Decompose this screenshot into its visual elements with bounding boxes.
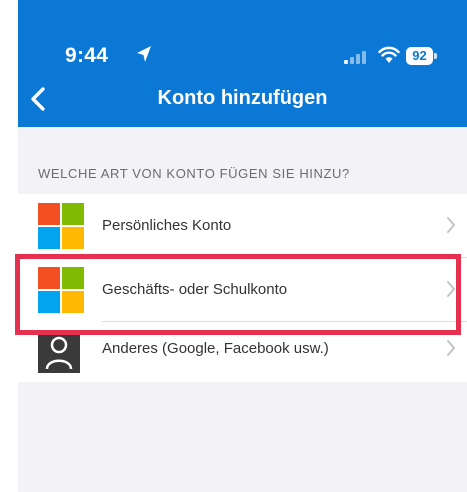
account-option-label: Anderes (Google, Facebook usw.) <box>102 340 329 357</box>
chevron-right-icon <box>447 281 456 297</box>
microsoft-logo-icon <box>38 203 84 249</box>
account-option-label: Geschäfts- oder Schulkonto <box>102 281 288 298</box>
account-option-label: Persönliches Konto <box>102 217 232 234</box>
battery-indicator: 92 <box>406 47 433 65</box>
chevron-right-icon <box>447 217 456 233</box>
section-header: WELCHE ART VON KONTO FÜGEN SIE HINZU? <box>38 166 350 181</box>
account-option-other[interactable]: Anderes (Google, Facebook usw.) <box>18 322 467 385</box>
battery-tip <box>434 53 437 59</box>
account-type-list: Persönliches Konto Geschäfts- oder Schul… <box>18 194 467 382</box>
app-header: 9:44 92 Konto hinzufügen <box>18 0 467 127</box>
status-time: 9:44 <box>65 44 109 67</box>
wifi-icon <box>378 46 400 63</box>
location-arrow-icon <box>137 46 151 62</box>
account-option-personal[interactable]: Persönliches Konto <box>18 194 467 257</box>
account-option-work-school[interactable]: Geschäfts- oder Schulkonto <box>18 258 467 321</box>
page-title: Konto hinzufügen <box>157 87 328 109</box>
cellular-signal-icon <box>344 51 366 64</box>
phone-screen: 9:44 92 Konto hinzufügen WELCHE ART VON … <box>18 0 467 492</box>
chevron-right-icon <box>447 340 456 356</box>
person-icon <box>38 331 80 373</box>
microsoft-logo-icon <box>38 267 84 313</box>
